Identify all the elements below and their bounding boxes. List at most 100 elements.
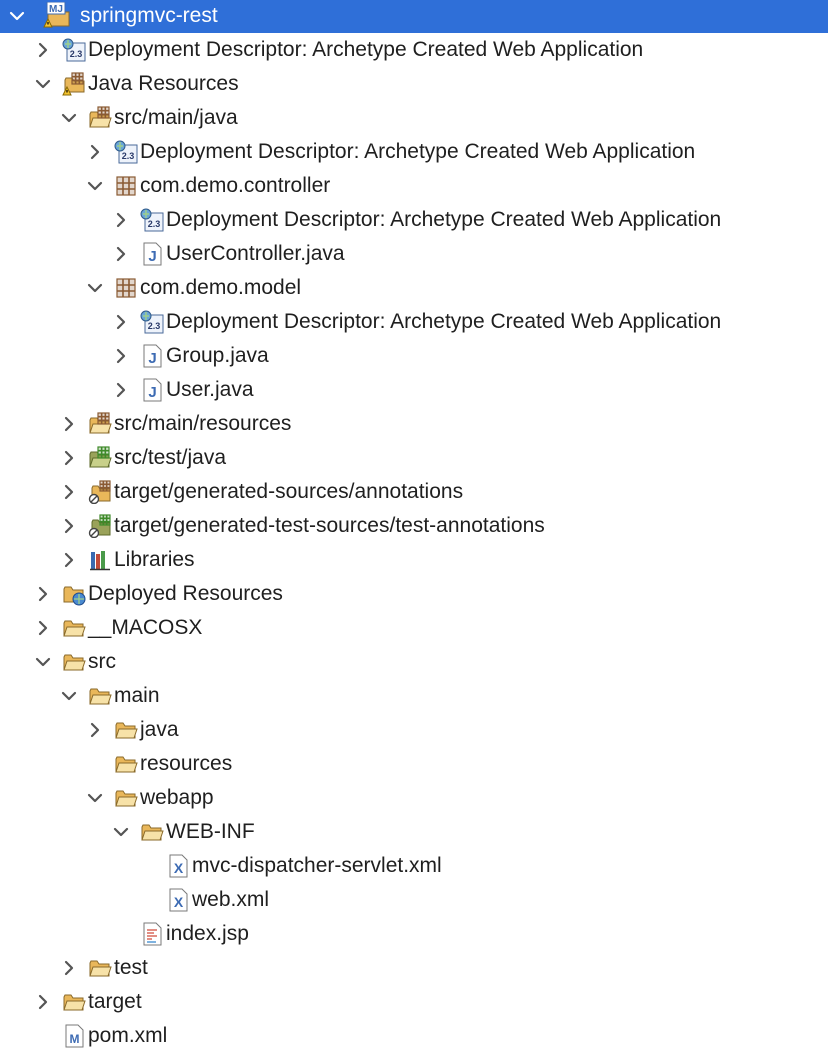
svg-text:J: J (148, 384, 156, 401)
java-file-icon: J (140, 242, 164, 266)
tree-item-label: com.demo.controller (140, 174, 331, 197)
generated-test-source-folder-icon (88, 514, 112, 539)
tree-item[interactable]: J Group.java (0, 339, 828, 373)
tree-item-label: src/main/java (114, 106, 238, 129)
chevron-right-icon[interactable] (60, 958, 78, 978)
tree-item[interactable]: WEB-INF (0, 815, 828, 849)
tree-item[interactable]: MJ springmvc-rest (0, 0, 828, 33)
chevron-right-icon[interactable] (60, 550, 78, 570)
tree-item[interactable]: __MACOSX (0, 611, 828, 645)
svg-text:2.3: 2.3 (70, 49, 83, 59)
chevron-right-icon[interactable] (112, 244, 130, 264)
tree-item-label: springmvc-rest (80, 4, 218, 27)
tree-item[interactable]: resources (0, 747, 828, 781)
deployment-descriptor-icon: 2.3 (62, 38, 86, 62)
tree-item-label: User.java (166, 378, 254, 401)
svg-text:J: J (148, 248, 156, 265)
chevron-right-icon[interactable] (86, 142, 104, 162)
tree-item[interactable]: main (0, 679, 828, 713)
tree-item[interactable]: target/generated-test-sources/test-annot… (0, 509, 828, 543)
java-resources-icon (62, 72, 86, 96)
tree-item-label: Deployment Descriptor: Archetype Created… (140, 140, 696, 163)
folder-icon (114, 752, 138, 776)
tree-item[interactable]: src (0, 645, 828, 679)
tree-item-label: Deployment Descriptor: Archetype Created… (88, 38, 644, 61)
chevron-right-icon[interactable] (60, 516, 78, 536)
tree-item-label: Deployed Resources (88, 582, 283, 605)
deployment-descriptor-icon: 2.3 (140, 208, 164, 232)
chevron-right-icon[interactable] (34, 40, 52, 60)
folder-icon (62, 650, 86, 674)
chevron-right-icon[interactable] (34, 584, 52, 604)
chevron-right-icon[interactable] (112, 312, 130, 332)
tree-item[interactable]: Mpom.xml (0, 1019, 828, 1053)
tree-item[interactable]: 2.3 Deployment Descriptor: Archetype Cre… (0, 203, 828, 237)
tree-item[interactable]: J UserController.java (0, 237, 828, 271)
package-icon (114, 174, 138, 198)
generated-source-folder-icon (88, 480, 112, 505)
tree-item-label: src (88, 650, 116, 673)
tree-item[interactable]: test (0, 951, 828, 985)
tree-item[interactable]: target/generated-sources/annotations (0, 475, 828, 509)
libraries-icon (88, 548, 112, 572)
java-file-icon: J (140, 378, 164, 402)
tree-item[interactable]: Xmvc-dispatcher-servlet.xml (0, 849, 828, 883)
tree-item[interactable]: src/test/java (0, 441, 828, 475)
java-file-icon: J (140, 344, 164, 368)
chevron-right-icon[interactable] (86, 720, 104, 740)
folder-icon (62, 990, 86, 1014)
tree-item[interactable]: 2.3 Deployment Descriptor: Archetype Cre… (0, 305, 828, 339)
tree-item[interactable]: J User.java (0, 373, 828, 407)
chevron-down-icon[interactable] (60, 108, 78, 128)
svg-text:2.3: 2.3 (122, 151, 135, 161)
tree-item[interactable]: Deployed Resources (0, 577, 828, 611)
tree-item-label: src/main/resources (114, 412, 292, 435)
tree-item-label: target (88, 990, 142, 1013)
tree-item-label: __MACOSX (88, 616, 203, 639)
chevron-right-icon[interactable] (112, 346, 130, 366)
chevron-down-icon[interactable] (60, 686, 78, 706)
tree-item-label: Libraries (114, 548, 195, 571)
tree-item[interactable]: com.demo.controller (0, 169, 828, 203)
chevron-down-icon[interactable] (86, 278, 104, 298)
tree-item[interactable]: index.jsp (0, 917, 828, 951)
tree-item-label: Java Resources (88, 72, 239, 95)
xml-file-icon: X (166, 888, 190, 912)
chevron-down-icon[interactable] (34, 652, 52, 672)
chevron-right-icon[interactable] (34, 992, 52, 1012)
svg-text:M: M (70, 1032, 80, 1046)
tree-item-label: Deployment Descriptor: Archetype Created… (166, 310, 722, 333)
tree-item[interactable]: Xweb.xml (0, 883, 828, 917)
chevron-right-icon[interactable] (60, 414, 78, 434)
tree-item[interactable]: 2.3 Deployment Descriptor: Archetype Cre… (0, 33, 828, 67)
tree-item[interactable]: Libraries (0, 543, 828, 577)
svg-text:J: J (148, 350, 156, 367)
tree-item-label: src/test/java (114, 446, 227, 469)
chevron-right-icon[interactable] (60, 448, 78, 468)
tree-item-label: resources (140, 752, 233, 775)
maven-project-icon: MJ (42, 1, 72, 28)
tree-item[interactable]: java (0, 713, 828, 747)
chevron-down-icon[interactable] (112, 822, 130, 842)
tree-item[interactable]: com.demo.model (0, 271, 828, 305)
chevron-right-icon[interactable] (112, 210, 130, 230)
tree-item[interactable]: 2.3 Deployment Descriptor: Archetype Cre… (0, 135, 828, 169)
chevron-down-icon[interactable] (34, 74, 52, 94)
folder-icon (114, 718, 138, 742)
tree-item-label: target/generated-sources/annotations (114, 480, 464, 503)
tree-item-label: mvc-dispatcher-servlet.xml (192, 854, 442, 877)
tree-item[interactable]: webapp (0, 781, 828, 815)
svg-text:X: X (174, 894, 184, 910)
chevron-down-icon[interactable] (86, 788, 104, 808)
tree-item-label: index.jsp (166, 922, 249, 945)
chevron-right-icon[interactable] (34, 618, 52, 638)
folder-icon (140, 820, 164, 844)
tree-item[interactable]: src/main/java (0, 101, 828, 135)
chevron-down-icon[interactable] (86, 176, 104, 196)
chevron-down-icon[interactable] (8, 6, 26, 26)
tree-item[interactable]: Java Resources (0, 67, 828, 101)
chevron-right-icon[interactable] (60, 482, 78, 502)
tree-item[interactable]: target (0, 985, 828, 1019)
chevron-right-icon[interactable] (112, 380, 130, 400)
tree-item[interactable]: src/main/resources (0, 407, 828, 441)
